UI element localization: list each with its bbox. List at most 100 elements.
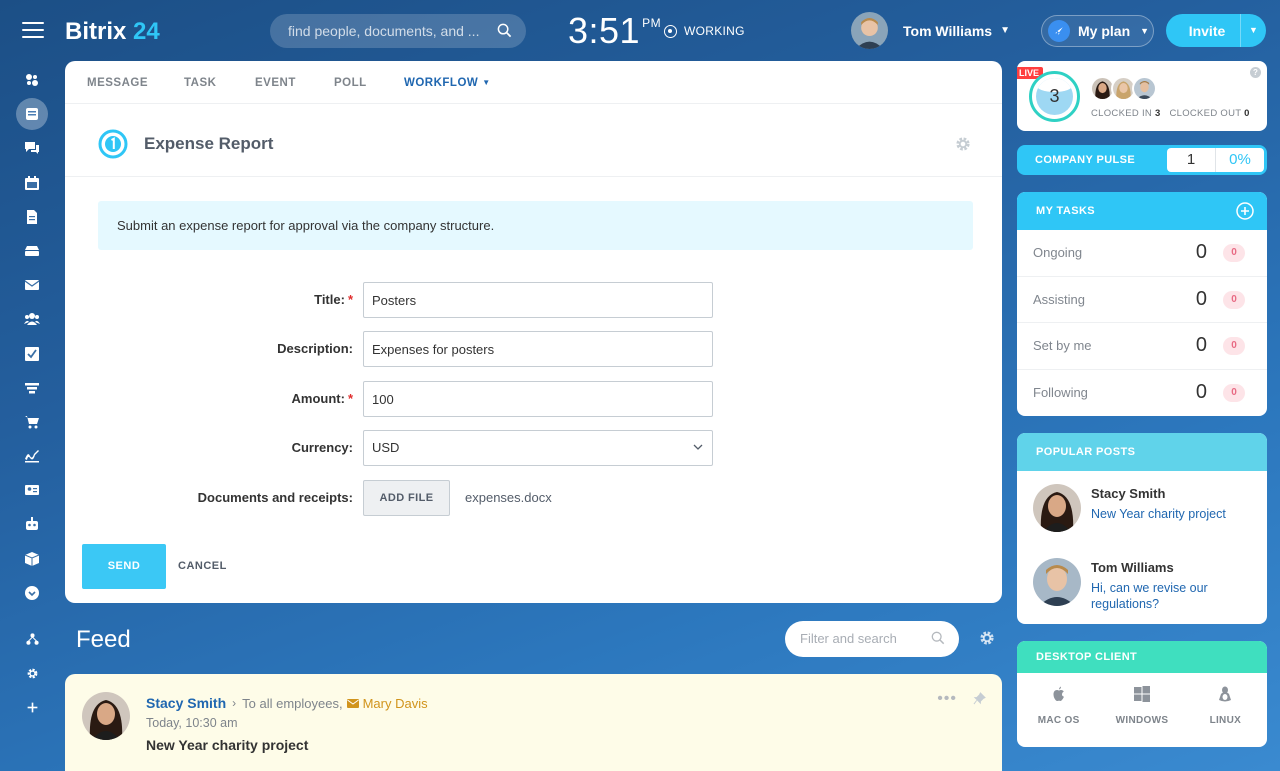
cancel-button[interactable]: CANCEL [178,560,227,572]
shop-icon[interactable] [16,406,48,438]
task-row-badge: 0 [1223,244,1245,262]
my-plan-button[interactable]: My plan ▼ [1041,15,1154,47]
search-input[interactable] [270,14,480,48]
currency-value: USD [372,440,400,455]
task-row-badge: 0 [1223,337,1245,355]
activity-icon[interactable] [16,64,48,96]
clock-time: 3:51 [568,10,641,51]
company-pulse[interactable]: COMPANY PULSE 1 0% [1017,145,1267,175]
search-icon[interactable] [497,23,512,38]
pin-icon[interactable] [973,692,986,705]
clocked-out-value: 0 [1244,108,1250,119]
clock[interactable]: 3:51 PM [568,10,661,52]
post-author-link[interactable]: Stacy Smith [146,695,226,711]
required-mark: * [347,292,353,307]
my-tasks-title: MY TASKS [1036,205,1096,217]
add-icon[interactable] [16,691,48,723]
drive-icon[interactable] [16,235,48,267]
tasks-icon[interactable] [16,338,48,370]
search-bar[interactable] [270,14,526,48]
my-tasks-header[interactable]: MY TASKS [1017,192,1267,230]
sign-icon[interactable] [16,440,48,472]
workflow-header: Expense Report [98,129,273,159]
invite-button[interactable]: Invite ▼ [1166,14,1266,47]
help-icon[interactable]: ? [1250,67,1261,78]
more-icon[interactable] [16,577,48,609]
required-mark: * [347,391,353,406]
tab-task[interactable]: TASK [184,61,255,103]
chevron-right-icon: › [232,696,237,710]
feed-title: Feed [76,626,131,653]
attached-file-name[interactable]: expenses.docx [465,490,552,505]
tab-poll[interactable]: POLL [334,61,404,103]
task-row-ongoing[interactable]: Ongoing 0 0 [1017,230,1267,277]
logo[interactable]: Bitrix 24 [65,18,160,46]
clocked-stats: CLOCKED IN 3 CLOCKED OUT 0 [1091,108,1250,119]
clock-ampm: PM [642,16,662,30]
add-file-button[interactable]: ADD FILE [363,480,450,516]
pulse-value: 1 [1167,148,1216,172]
mail-icon[interactable] [16,269,48,301]
currency-select[interactable]: USD [363,430,713,466]
post-recipient-link[interactable]: Mary Davis [363,696,428,711]
tab-message[interactable]: MESSAGE [87,61,184,103]
mail-icon [346,698,359,708]
logo-number: 24 [133,18,160,45]
feed-search-input[interactable]: Filter and search [785,621,959,657]
amount-input[interactable] [363,381,713,417]
company-pulse-label: COMPANY PULSE [1035,154,1136,166]
structure-icon[interactable] [16,623,48,655]
download-windows[interactable]: WINDOWS [1100,673,1183,747]
clocked-in-value: 3 [1155,108,1161,119]
popular-post-text[interactable]: Hi, can we revise our regulations? [1091,580,1251,612]
box-icon[interactable] [16,543,48,575]
currency-label: Currency: [291,440,353,455]
clocked-in-count: 3 [1049,86,1060,106]
avatar [851,12,888,49]
caret-down-icon: ▼ [482,78,491,87]
task-row-following[interactable]: Following 0 0 [1017,370,1267,417]
download-linux[interactable]: LINUX [1184,673,1267,747]
feed-post: Stacy Smith › To all employees, Mary Dav… [65,674,1002,771]
robot-icon[interactable] [16,508,48,540]
description-input[interactable] [363,331,713,367]
menu-icon[interactable] [22,22,44,40]
work-status[interactable]: WORKING [664,24,745,38]
more-options-icon[interactable]: ••• [937,690,957,708]
my-tasks-widget: MY TASKS Ongoing 0 0 Assisting 0 0 Set by me… [1017,192,1267,416]
composer-panel: MESSAGE TASK EVENT POLL WORKFLOW ▼ Expens… [65,61,1002,603]
gear-icon[interactable] [955,136,971,152]
user-name: Tom Williams [903,22,993,39]
user-menu[interactable]: Tom Williams ▼ [851,12,1010,49]
task-row-label: Set by me [1033,338,1092,353]
send-button[interactable]: SEND [82,544,166,589]
popular-post-text[interactable]: New Year charity project [1091,506,1251,522]
gear-icon[interactable] [979,630,995,646]
search-icon[interactable] [931,631,945,645]
chevron-down-icon: ▼ [1140,26,1150,36]
avatar [1132,76,1157,101]
tab-workflow-label: WORKFLOW [404,77,479,89]
popular-posts-header: POPULAR POSTS [1017,433,1267,471]
groups-icon[interactable] [16,303,48,335]
download-macos[interactable]: MAC OS [1017,673,1100,747]
task-row-assisting[interactable]: Assisting 0 0 [1017,277,1267,323]
chat-icon[interactable] [16,132,48,164]
task-row-set-by-me[interactable]: Set by me 0 0 [1017,323,1267,370]
title-input[interactable] [363,282,713,318]
add-task-icon[interactable] [1236,202,1254,220]
documents-icon[interactable] [16,201,48,233]
timeman-widget[interactable]: LIVE 3 CLOCKED IN 3 CLOCKED OUT 0 ? [1017,61,1267,131]
avatar [1033,484,1081,532]
tab-workflow[interactable]: WORKFLOW ▼ [404,61,491,103]
crm-icon[interactable] [16,372,48,404]
tab-event[interactable]: EVENT [255,61,334,103]
windows-icon [1133,686,1150,702]
settings-icon[interactable] [16,657,48,689]
calendar-icon[interactable] [16,167,48,199]
contacts-icon[interactable] [16,474,48,506]
feed-icon[interactable] [16,98,48,131]
avatar [1033,558,1081,606]
chevron-down-icon[interactable]: ▼ [1240,14,1266,47]
avatar[interactable] [82,692,130,740]
